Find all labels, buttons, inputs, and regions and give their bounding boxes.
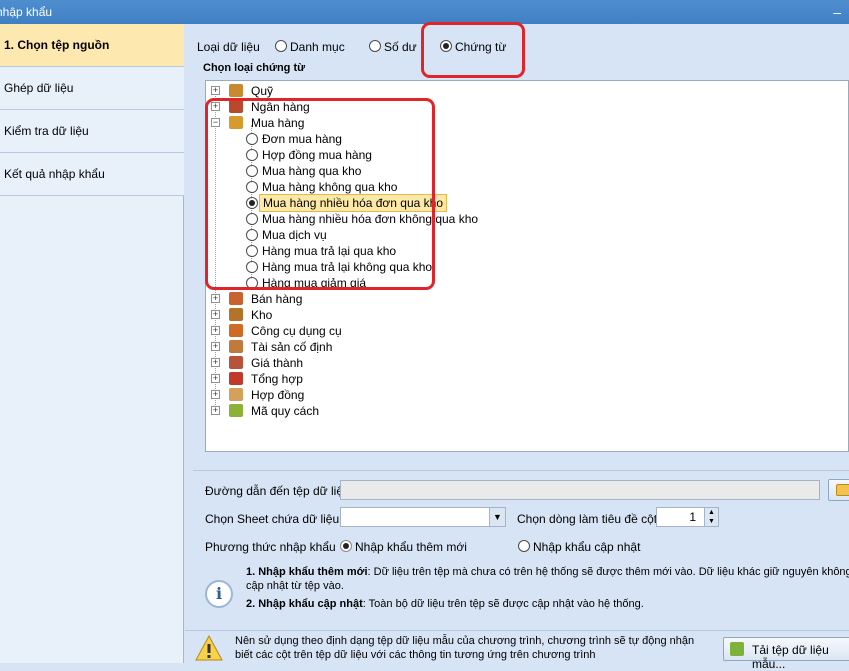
warehouse-icon [229,308,243,321]
path-field[interactable] [340,480,820,500]
highlight-box-chung-tu [421,22,525,78]
spec-icon [229,404,243,417]
warning-line1: Nên sử dụng theo định dạng tệp dữ liệu m… [235,635,695,647]
header-row-label: Chọn dòng làm tiêu đề cột [517,512,658,526]
download-icon [730,642,744,656]
info-line1-text: : Dữ liệu trên tệp mà chưa có trên hệ th… [367,566,849,578]
expand-icon[interactable]: + [211,86,220,95]
warning-footer: Nên sử dụng theo định dạng tệp dữ liệu m… [185,630,849,671]
radio-import-new-label[interactable]: Nhập khẩu thêm mới [355,540,467,554]
tree-node-label: Hợp đồng [251,388,305,402]
cash-icon [229,84,243,97]
chevron-down-icon[interactable]: ▼ [489,508,505,526]
asset-icon [229,340,243,353]
info-icon: i [205,580,233,608]
sidebar-item-map-data[interactable]: Ghép dữ liệu [0,67,184,110]
download-template-label: Tải tệp dữ liệu mẫu... [752,643,829,671]
tree-node-label: Tổng hợp [251,372,303,386]
tree-node-label: Công cụ dụng cụ [251,324,342,338]
chevron-up-icon[interactable]: ▲ [704,508,718,517]
expand-icon[interactable]: + [211,294,220,303]
window-title: nhập khẩu [0,5,53,19]
expand-icon[interactable]: + [211,390,220,399]
warning-icon [195,635,223,661]
method-label: Phương thức nhập khẩu [205,540,336,554]
tree-node-tai-san-co-dinh[interactable]: + Tài sản cố định [211,339,511,355]
radio-danh-muc[interactable] [275,40,287,52]
expand-icon[interactable]: + [211,358,220,367]
radio-danh-muc-label[interactable]: Danh mục [290,40,345,54]
tree-node-gia-thanh[interactable]: + Giá thành [211,355,511,371]
info-line1-cont: cập nhật từ tệp vào. [246,580,344,592]
title-bar: nhập khẩu – [0,0,849,24]
tree-node-label: Tài sản cố định [251,340,333,354]
info-line1-title: 1. Nhập khẩu thêm mới [246,566,368,578]
info-line2-text: : Toàn bộ dữ liệu trên tệp sẽ được cập n… [362,598,644,610]
tree-node-label: Quỹ [251,84,274,98]
tree-node-label: Mã quy cách [251,404,320,418]
sales-icon [229,292,243,305]
download-template-button[interactable]: Tải tệp dữ liệu mẫu... [723,637,849,671]
expand-icon[interactable]: + [211,406,220,415]
contract-icon [229,388,243,401]
expand-icon[interactable]: + [211,310,220,319]
chevron-down-icon[interactable]: ▼ [704,517,718,526]
tree-group-title: Chọn loại chứng từ [203,62,306,74]
header-row-stepper[interactable]: 1 ▲ ▼ [656,507,719,527]
warning-line2: biết các cột trên tệp dữ liệu với các th… [235,649,596,661]
info-line1: 1. Nhập khẩu thêm mới: Dữ liệu trên tệp … [246,566,849,578]
path-label: Đường dẫn đến tệp dữ liệu [205,484,350,498]
tree-node-quy[interactable]: + Quỹ [211,83,511,99]
expand-icon[interactable]: + [211,374,220,383]
sidebar-item-choose-source[interactable]: 1. Chọn tệp nguồn [0,24,184,67]
sheet-label: Chọn Sheet chứa dữ liệu [205,512,340,526]
tree-node-label: Giá thành [251,356,304,370]
tree-node-cong-cu-dung-cu[interactable]: + Công cụ dụng cụ [211,323,511,339]
folder-icon [836,484,849,496]
tree-node-kho[interactable]: + Kho [211,307,511,323]
sheet-select[interactable]: ▼ [340,507,506,527]
tree-node-hop-dong[interactable]: + Hợp đồng [211,387,511,403]
sidebar-item-check-data[interactable]: Kiểm tra dữ liệu [0,110,184,153]
wizard-sidebar: 1. Chọn tệp nguồn Ghép dữ liệu Kiểm tra … [0,24,184,663]
sidebar-item-import-result[interactable]: Kết quả nhập khẩu [0,153,184,196]
expand-icon[interactable]: + [211,342,220,351]
tree-node-label: Bán hàng [251,292,303,306]
tree-node-label: Kho [251,308,273,322]
radio-import-new[interactable] [340,540,352,552]
data-type-label: Loại dữ liệu [197,40,260,54]
sidebar-item-label: 1. Chọn tệp nguồn [4,38,110,52]
radio-import-update[interactable] [518,540,530,552]
info-line2: 2. Nhập khẩu cập nhật: Toàn bộ dữ liệu t… [246,598,644,610]
tree-node-ma-quy-cach[interactable]: + Mã quy cách [211,403,511,419]
tree-node-ban-hang[interactable]: + Bán hàng [211,291,511,307]
sidebar-item-label: Kiểm tra dữ liệu [4,124,89,138]
cost-icon [229,356,243,369]
info-line2-title: 2. Nhập khẩu cập nhật [246,598,363,610]
tree-node-tong-hop[interactable]: + Tổng hợp [211,371,511,387]
minimize-button[interactable]: – [833,0,841,24]
tools-icon [229,324,243,337]
browse-button[interactable] [828,479,849,501]
sidebar-item-label: Kết quả nhập khẩu [4,167,105,181]
summary-icon [229,372,243,385]
radio-so-du-label[interactable]: Số dư [384,40,417,54]
divider [193,470,849,471]
expand-icon[interactable]: + [211,326,220,335]
radio-so-du[interactable] [369,40,381,52]
highlight-box-purchase-list [205,98,435,290]
header-row-value: 1 [689,510,696,524]
radio-import-update-label[interactable]: Nhập khẩu cập nhật [533,540,640,554]
sidebar-item-label: Ghép dữ liệu [4,81,74,95]
